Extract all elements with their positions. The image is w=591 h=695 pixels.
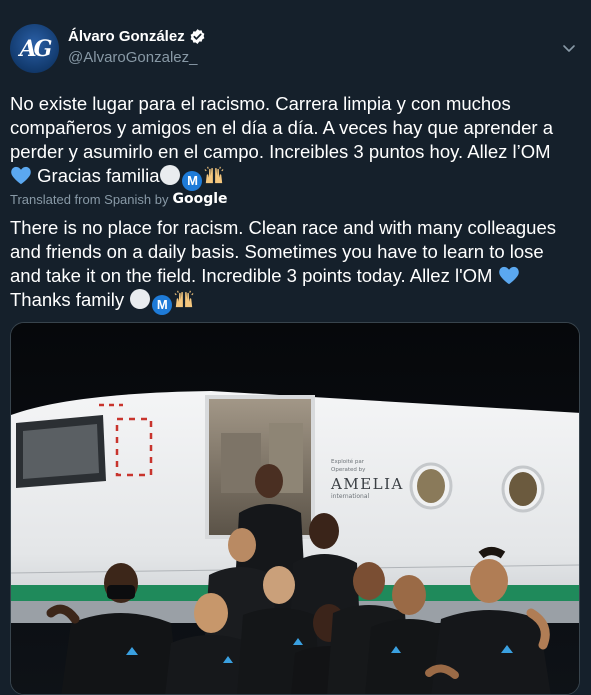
thanks-family-text: Thanks family — [10, 289, 125, 310]
tweet-last-line: Gracias familia M — [10, 164, 581, 191]
raised-hands-icon — [174, 290, 194, 308]
tweet-header: AG Álvaro González @AlvaroGonzalez_ — [10, 24, 581, 76]
translated-last-line: Thanks family M — [10, 288, 581, 315]
operated-by-text: Exploité par — [331, 458, 365, 465]
m-circle-icon: M — [152, 295, 173, 315]
tweet-photo[interactable]: Exploité par Operated by AMELIA internat… — [10, 322, 580, 695]
display-name[interactable]: Álvaro González — [68, 28, 185, 45]
amelia-brand-sub: international — [331, 493, 370, 500]
translated-line: There is no place for racism. Clean race… — [10, 217, 557, 238]
translated-line: and take it on the field. Incredible 3 p… — [10, 264, 581, 288]
handle[interactable]: @AlvaroGonzalez_ — [68, 49, 206, 66]
white-circle-icon — [160, 165, 181, 185]
raised-hands-icon — [205, 166, 224, 184]
blue-heart-icon — [498, 266, 519, 285]
translated-from-label: Translated from Spanish by — [10, 191, 169, 207]
gracias-familia-text: Gracias familia — [37, 165, 160, 186]
avatar-initials: AG — [19, 35, 53, 62]
white-circle-icon — [130, 289, 151, 309]
tweet-line: No existe lugar para el racismo. Carrera… — [10, 93, 511, 114]
amelia-brand-text: AMELIA — [330, 475, 404, 493]
blue-heart-icon — [11, 166, 31, 185]
verified-icon — [190, 29, 205, 44]
translated-line-text: and take it on the field. Incredible 3 p… — [10, 265, 493, 286]
tweet-translated-text: There is no place for racism. Clean race… — [10, 216, 581, 315]
translated-line: and friends on a daily basis. Sometimes … — [10, 241, 544, 262]
avatar[interactable]: AG — [10, 24, 59, 73]
author-block[interactable]: Álvaro González @AlvaroGonzalez_ — [68, 28, 206, 66]
tweet-original-text: No existe lugar para el racismo. Carrera… — [10, 92, 581, 191]
operated-by-text: Operated by — [331, 467, 366, 473]
tweet-line: perder y asumirlo en el campo. Increible… — [10, 141, 551, 162]
chevron-down-icon[interactable] — [559, 38, 579, 58]
m-circle-icon: M — [182, 171, 203, 191]
google-logo: Google — [172, 191, 228, 207]
translation-attribution: Translated from Spanish by Google — [10, 191, 228, 207]
team-photo-illustration: Exploité par Operated by AMELIA internat… — [11, 323, 579, 694]
tweet-line: compañeros y amigos en el día a día. A v… — [10, 117, 554, 138]
display-name-row: Álvaro González — [68, 28, 206, 45]
tweet: AG Álvaro González @AlvaroGonzalez_ No e… — [0, 0, 591, 695]
